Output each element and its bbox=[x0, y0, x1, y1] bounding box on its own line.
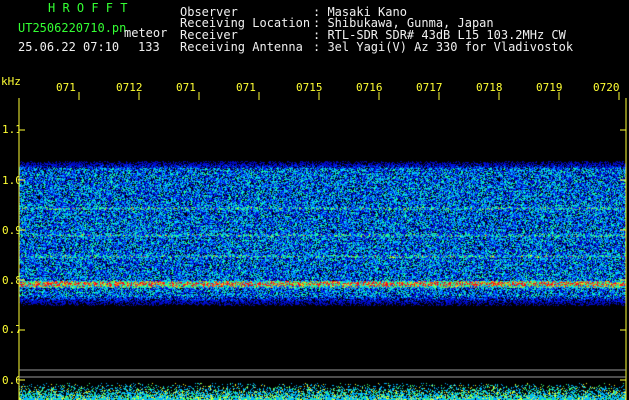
file-name: UT2506220710.pn bbox=[18, 21, 127, 35]
time-tick-label: 0717 bbox=[416, 81, 443, 94]
time-tick-label: 071 bbox=[236, 81, 256, 94]
time-tick-label: 071 bbox=[176, 81, 196, 94]
date-time: 25.06.22 07:10 bbox=[18, 40, 120, 54]
time-tick-label: 0720 bbox=[593, 81, 620, 94]
antenna-label: Receiving Antenna bbox=[180, 40, 303, 54]
time-tick-label: 0715 bbox=[296, 81, 323, 94]
freq-unit-label: kHz bbox=[1, 75, 21, 88]
time-tick-label: 0719 bbox=[536, 81, 563, 94]
time-tick-label: 0712 bbox=[116, 81, 143, 94]
detection-count: 133 bbox=[138, 40, 160, 54]
program-title: H R O F F T bbox=[48, 1, 128, 15]
time-tick-label: 071 bbox=[56, 81, 76, 94]
antenna-value: : 3el Yagi(V) Az 330 for Vladivostok bbox=[313, 40, 574, 54]
spectrogram-canvas bbox=[19, 98, 626, 400]
time-tick-label: 0716 bbox=[356, 81, 383, 94]
time-tick-label: 0718 bbox=[476, 81, 503, 94]
mode-label: meteor bbox=[124, 26, 168, 40]
